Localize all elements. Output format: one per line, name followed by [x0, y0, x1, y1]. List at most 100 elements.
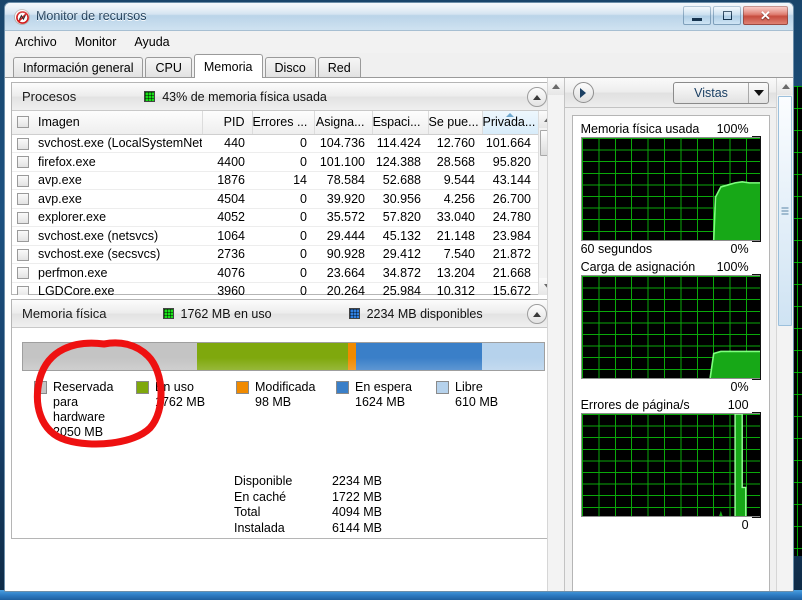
select-all-checkbox[interactable]	[17, 116, 29, 128]
row-checkbox[interactable]	[17, 156, 29, 168]
cell-errores: 0	[252, 245, 314, 264]
table-row[interactable]: avp.exe 1876 14 78.584 52.688 9.544 43.144	[12, 171, 538, 190]
column-label-imagen: Imagen	[38, 115, 80, 130]
vistas-dropdown-arrow[interactable]	[748, 82, 768, 103]
column-header-errores[interactable]: Errores ...	[252, 111, 315, 135]
graph2-title: Carga de asignación	[580, 260, 696, 274]
menu-bar: Archivo Monitor Ayuda	[5, 31, 793, 53]
table-row[interactable]: LGDCore.exe 3960 0 20.264 25.984 10.312 15.672	[12, 282, 538, 295]
tab-cpu[interactable]: CPU	[145, 57, 192, 77]
memoria-title: Memoria física	[22, 306, 107, 321]
legend-value: 610 MB	[455, 395, 499, 409]
legend-label: Modificada	[255, 380, 316, 394]
memoria-panel-header[interactable]: Memoria física 1762 MB en uso 2234 MB di…	[12, 300, 555, 328]
cell-errores: 0	[252, 263, 314, 283]
graph1-plot[interactable]	[580, 137, 761, 241]
table-row[interactable]: svchost.exe (secsvcs) 2736 0 90.928 29.412 7.…	[12, 245, 538, 264]
column-header-imagen[interactable]: Imagen	[12, 111, 203, 135]
summary-key: Instalada	[234, 520, 285, 535]
minimize-button[interactable]	[683, 6, 711, 25]
tab-red[interactable]: Red	[317, 57, 361, 77]
resource-monitor-icon	[14, 9, 30, 25]
tab-informacion-general[interactable]: Información general	[13, 57, 144, 77]
window-title: Monitor de recursos	[36, 9, 147, 23]
row-checkbox[interactable]	[17, 193, 29, 205]
expand-panel-button[interactable]	[572, 82, 594, 103]
cell-privada: 21.872	[482, 245, 538, 264]
collapse-memoria-button[interactable]	[527, 304, 547, 324]
cell-errores: 0	[252, 282, 314, 295]
cell-errores: 0	[252, 134, 314, 153]
legend-swatch-icon	[236, 381, 249, 394]
summary-value: 4094 MB	[331, 505, 382, 519]
table-row[interactable]: avp.exe 4504 0 39.920 30.956 4.256 26.700	[12, 189, 538, 209]
cell-imagen: svchost.exe (secsvcs)	[12, 245, 202, 264]
graphs-container: Memoria física usada 100% 60 segundos 0%	[571, 115, 770, 591]
right-pane-scrollbar[interactable]	[776, 78, 793, 591]
table-row[interactable]: firefox.exe 4400 0 101.100 124.388 28.568 95.8…	[12, 152, 538, 172]
legend-item-en-uso: En uso 1762 MB	[136, 380, 236, 440]
left-scroll-up-button[interactable]	[547, 78, 564, 95]
table-row[interactable]: svchost.exe (netsvcs) 1064 0 29.444 45.132 21…	[12, 226, 538, 246]
vistas-dropdown[interactable]: Vistas	[673, 81, 769, 104]
triangle-up-icon	[552, 84, 561, 89]
cell-pid: 440	[202, 134, 252, 153]
procesos-panel-header[interactable]: Procesos 43% de memoria física usada	[12, 83, 555, 111]
table-row[interactable]: perfmon.exe 4076 0 23.664 34.872 13.204 21.668	[12, 263, 538, 283]
table-row[interactable]: explorer.exe 4052 0 35.572 57.820 33.040 24.78…	[12, 208, 538, 227]
legend-item-en-espera: En espera 1624 MB	[336, 380, 436, 440]
chevron-up-icon	[533, 94, 541, 100]
tab-disco[interactable]: Disco	[264, 57, 316, 77]
legend-swatch-icon	[136, 381, 149, 394]
cell-asignada: 104.736	[314, 134, 372, 153]
cell-asignada: 101.100	[314, 152, 372, 172]
title-bar[interactable]: Monitor de recursos ✕	[5, 3, 793, 31]
row-checkbox[interactable]	[17, 285, 29, 295]
row-checkbox[interactable]	[17, 137, 29, 150]
column-header-se-puede[interactable]: Se pue...	[428, 111, 483, 135]
close-button[interactable]: ✕	[743, 6, 788, 25]
menu-item-ayuda[interactable]: Ayuda	[134, 35, 169, 49]
process-name: svchost.exe (secsvcs)	[38, 247, 161, 262]
menu-item-archivo[interactable]: Archivo	[15, 35, 57, 49]
process-name: firefox.exe	[38, 154, 96, 169]
graph-errores-de-pagina: Errores de página/s 100 0	[580, 398, 761, 532]
row-checkbox[interactable]	[17, 211, 29, 224]
graph2-header: Carga de asignación 100%	[581, 260, 761, 274]
column-header-pid[interactable]: PID	[202, 111, 253, 135]
chevron-right-icon	[580, 87, 587, 98]
cell-espacio: 25.984	[372, 282, 428, 295]
collapse-procesos-button[interactable]	[527, 87, 547, 107]
column-header-asignada[interactable]: Asigna...	[314, 111, 373, 135]
cell-sepuede: 4.256	[428, 189, 482, 209]
row-checkbox[interactable]	[17, 230, 29, 242]
graph2-plot[interactable]	[580, 275, 761, 379]
left-pane-scrollbar[interactable]	[546, 78, 564, 591]
cell-sepuede: 12.760	[428, 134, 482, 153]
procesos-table-body: svchost.exe (LocalSystemNet... 440 0 104.73…	[12, 134, 538, 295]
resource-monitor-window: Monitor de recursos ✕ Archivo Monitor Ay…	[4, 2, 794, 592]
cell-asignada: 29.444	[314, 226, 372, 246]
triangle-up-icon	[781, 84, 790, 89]
graph3-plot[interactable]	[580, 413, 761, 517]
procesos-table: Imagen PID Errores ... Asigna... Espaci.…	[12, 111, 539, 295]
summary-row: Total 4094 MB	[234, 505, 382, 521]
row-checkbox[interactable]	[17, 248, 29, 261]
right-scroll-up-button[interactable]	[777, 78, 793, 95]
cell-errores: 0	[252, 226, 314, 246]
legend-label: En uso	[155, 380, 194, 394]
cell-espacio: 29.412	[372, 245, 428, 264]
cell-espacio: 57.820	[372, 208, 428, 227]
column-header-privada[interactable]: Privada...	[481, 111, 539, 135]
memoria-in-use-stat: 1762 MB en uso	[162, 307, 272, 321]
right-scroll-thumb[interactable]	[778, 96, 792, 326]
column-header-espacio[interactable]: Espaci...	[372, 111, 429, 135]
table-row[interactable]: svchost.exe (LocalSystemNet... 440 0 104.73…	[12, 134, 538, 153]
row-checkbox[interactable]	[17, 267, 29, 279]
row-checkbox[interactable]	[17, 174, 29, 187]
maximize-button[interactable]	[713, 6, 741, 25]
cell-asignada: 39.920	[314, 189, 372, 209]
cell-pid: 2736	[202, 245, 252, 264]
tab-memoria[interactable]: Memoria	[193, 54, 263, 78]
menu-item-monitor[interactable]: Monitor	[75, 35, 117, 49]
